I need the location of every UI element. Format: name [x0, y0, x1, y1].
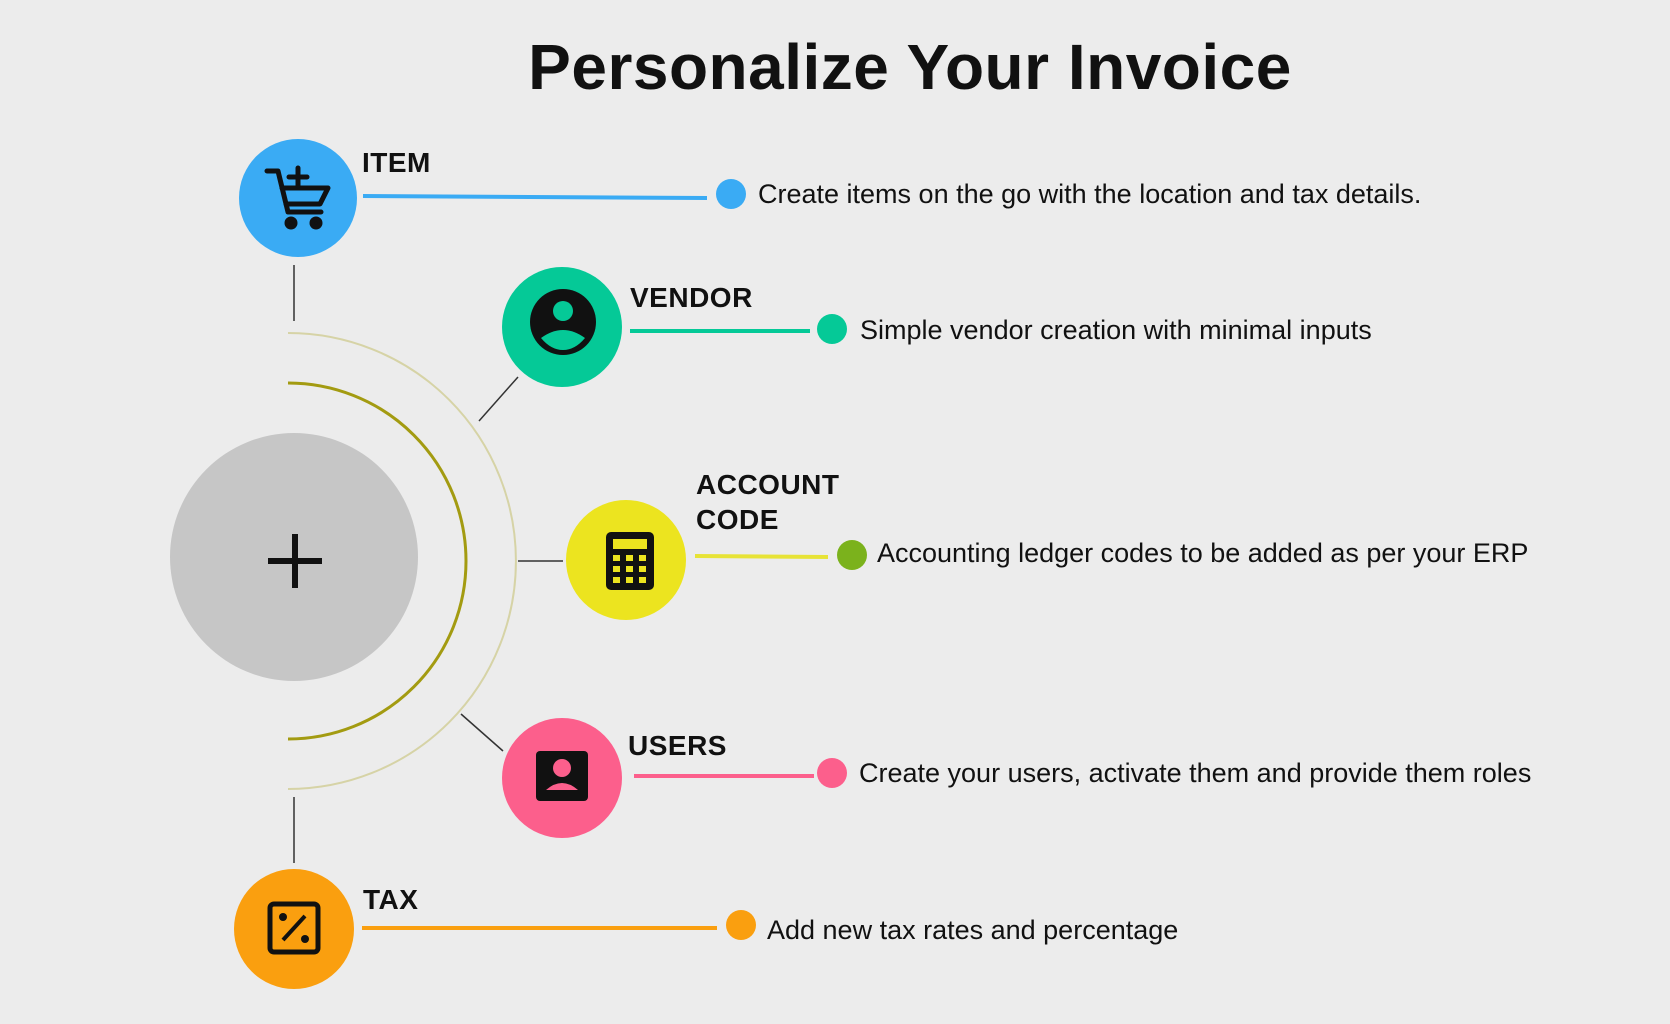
tax-description: Add new tax rates and percentage [767, 915, 1179, 945]
user-badge-icon [536, 751, 588, 801]
calculator-icon [606, 532, 654, 590]
item-description: Create items on the go with the location… [758, 179, 1422, 209]
vendor-label: VENDOR [630, 282, 753, 313]
diagram-canvas: Personalize Your Invoice ITEM VENDOR ACC… [0, 0, 1670, 1024]
account-code-line [694, 554, 829, 559]
connector-vendor [478, 376, 519, 422]
tax-dot [726, 910, 756, 940]
item-circle [239, 139, 357, 257]
users-label: USERS [628, 730, 727, 761]
item-label: ITEM [362, 147, 431, 178]
account-code-label-line2: CODE [696, 504, 779, 535]
vendor-description: Simple vendor creation with minimal inpu… [860, 315, 1372, 345]
account-code-label: ACCOUNT CODE [696, 467, 840, 537]
account-circle-icon [530, 289, 596, 355]
tax-label: TAX [363, 884, 419, 915]
account-code-dot [837, 540, 867, 570]
users-description: Create your users, activate them and pro… [859, 758, 1532, 788]
users-dot [817, 758, 847, 788]
account-code-label-line1: ACCOUNT [696, 469, 840, 500]
account-code-description: Accounting ledger codes to be added as p… [877, 538, 1529, 568]
item-dot [716, 179, 746, 209]
item-line [362, 194, 708, 200]
connector-users [460, 713, 504, 752]
vendor-dot [817, 314, 847, 344]
